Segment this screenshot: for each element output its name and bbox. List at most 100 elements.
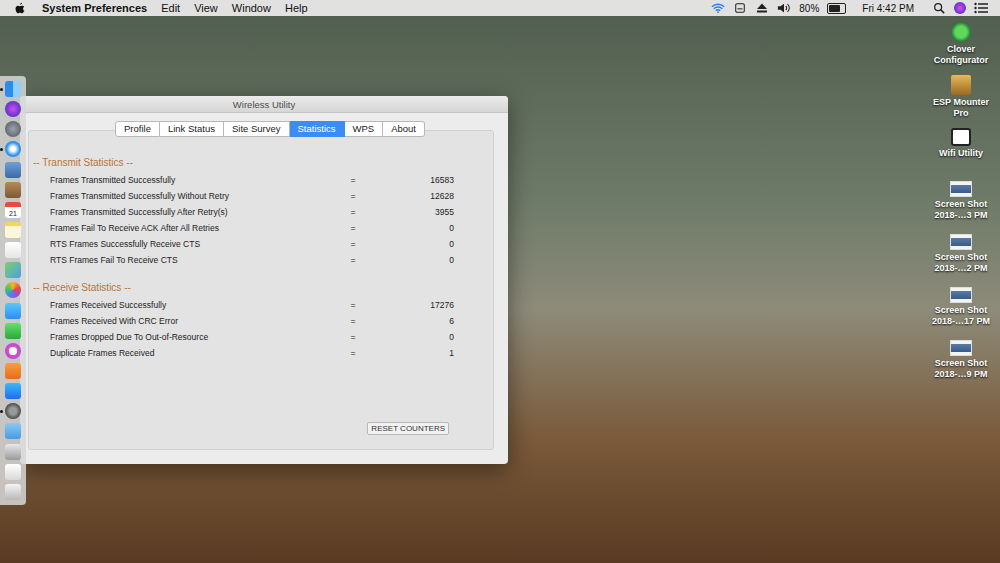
tab[interactable]: Profile [115,121,160,137]
desktop-icons: CloverConfiguratorESP MounterPro Wifi Uti… [926,22,996,389]
stat-label: RTS Frames Successfully Receive CTS [50,239,346,249]
running-indicator [0,490,3,493]
dock-item[interactable] [0,81,26,97]
tab[interactable]: Link Status [160,121,224,137]
dock-item[interactable] [0,222,26,238]
notes-icon[interactable] [5,222,21,238]
safari-icon[interactable] [5,141,21,157]
desktop-icon[interactable]: CloverConfigurator [934,22,989,71]
menu-item[interactable]: Help [285,2,308,14]
desktop-icon[interactable]: ESP MounterPro [933,75,989,124]
stat-value: 0 [360,239,454,249]
reminders-icon[interactable] [5,242,21,258]
apple-icon[interactable] [14,2,26,15]
stat-value: 0 [360,332,454,342]
dock-item[interactable] [0,141,26,157]
dock-item[interactable] [0,101,26,117]
dock-item[interactable] [0,282,26,298]
stat-label: Duplicate Frames Received [50,348,346,358]
app-menu[interactable]: System Preferences [42,2,147,14]
dock-item[interactable] [0,303,26,319]
trash-icon[interactable] [5,484,21,500]
tab[interactable]: Site Survey [224,121,290,137]
facetime-icon[interactable] [5,323,21,339]
running-indicator [0,370,3,373]
drive-icon[interactable] [733,2,747,14]
volume-icon[interactable] [777,2,791,14]
desktop-icon-label: 2018-…9 PM [934,369,987,380]
dock-item[interactable] [0,444,26,460]
running-indicator [0,269,3,272]
running-indicator [0,88,3,91]
stat-separator: = [346,255,360,265]
stat-label: Frames Dropped Due To Out-of-Resource [50,332,346,342]
running-indicator [0,249,3,252]
document-icon[interactable] [5,464,21,480]
photos-icon[interactable] [5,282,21,298]
desktop-icon-label: Screen Shot [935,305,988,316]
desktop-icon-label: Screen Shot [935,252,988,263]
calendar-icon[interactable]: 21 [5,202,21,218]
wifi-icon[interactable] [711,2,725,14]
running-indicator [0,229,3,232]
stat-label: Frames Received Successfully [50,300,346,310]
messages-icon[interactable] [5,303,21,319]
desktop-icon[interactable]: Screen Shot2018-…17 PM [932,287,990,336]
screenshot-icon [950,287,972,303]
siri-icon[interactable] [5,101,21,117]
dock-item[interactable] [0,242,26,258]
dock-item[interactable] [0,262,26,278]
dock-item[interactable] [0,121,26,137]
dock-item[interactable] [0,182,26,198]
drive-icon[interactable] [5,444,21,460]
sysprefs-icon[interactable] [5,403,21,419]
title-bar[interactable]: Wireless Utility [20,96,508,113]
itunes-icon[interactable] [5,343,21,359]
desktop-icon-label: Wifi Utility [939,148,983,159]
desktop-icon[interactable]: Screen Shot2018-…2 PM [934,234,987,283]
dock-item[interactable] [0,484,26,500]
dock-item[interactable] [0,343,26,359]
folder-icon[interactable] [5,423,21,439]
running-indicator [0,128,3,131]
menu-item[interactable]: View [194,2,218,14]
dock-item[interactable] [0,464,26,480]
dock-item[interactable] [0,383,26,399]
notification-list-icon[interactable] [974,2,988,14]
battery-icon[interactable] [827,3,846,14]
maps-icon[interactable] [5,262,21,278]
clover-icon [951,22,971,42]
dock-item[interactable] [0,323,26,339]
dock-item[interactable] [0,162,26,178]
clock[interactable]: Fri 4:42 PM [862,3,914,14]
search-icon[interactable] [932,2,946,14]
tab[interactable]: WPS [345,121,384,137]
contacts-icon[interactable] [5,182,21,198]
siri-icon[interactable] [954,2,966,14]
menu-item[interactable]: Window [232,2,271,14]
stat-value: 12628 [360,191,454,201]
stat-value: 16583 [360,175,454,185]
stat-row: Frames Fail To Receive ACK After All Ret… [33,220,493,236]
section-title: -- Receive Statistics -- [33,282,493,293]
launchpad-icon[interactable] [5,121,21,137]
reset-counters-button[interactable]: RESET COUNTERS [367,422,449,435]
finder-icon[interactable] [5,81,21,97]
eject-icon[interactable] [755,2,769,14]
stat-separator: = [346,239,360,249]
dock-item[interactable] [0,363,26,379]
dock-item[interactable] [0,403,26,419]
tab[interactable]: About [383,121,425,137]
ibooks-icon[interactable] [5,363,21,379]
dock-item[interactable]: 21 [0,202,26,218]
desktop-icon[interactable]: Screen Shot2018-…3 PM [934,181,987,230]
stat-value: 0 [360,255,454,265]
desktop-icon[interactable]: Screen Shot2018-…9 PM [934,340,987,389]
battery-reading[interactable]: 80% [799,3,819,14]
appstore-icon[interactable] [5,383,21,399]
preview-icon[interactable] [5,162,21,178]
menu-item[interactable]: Edit [161,2,180,14]
tab[interactable]: Statistics [290,121,345,137]
dock-item[interactable] [0,423,26,439]
desktop-icon[interactable]: Wifi Utility [939,128,983,177]
